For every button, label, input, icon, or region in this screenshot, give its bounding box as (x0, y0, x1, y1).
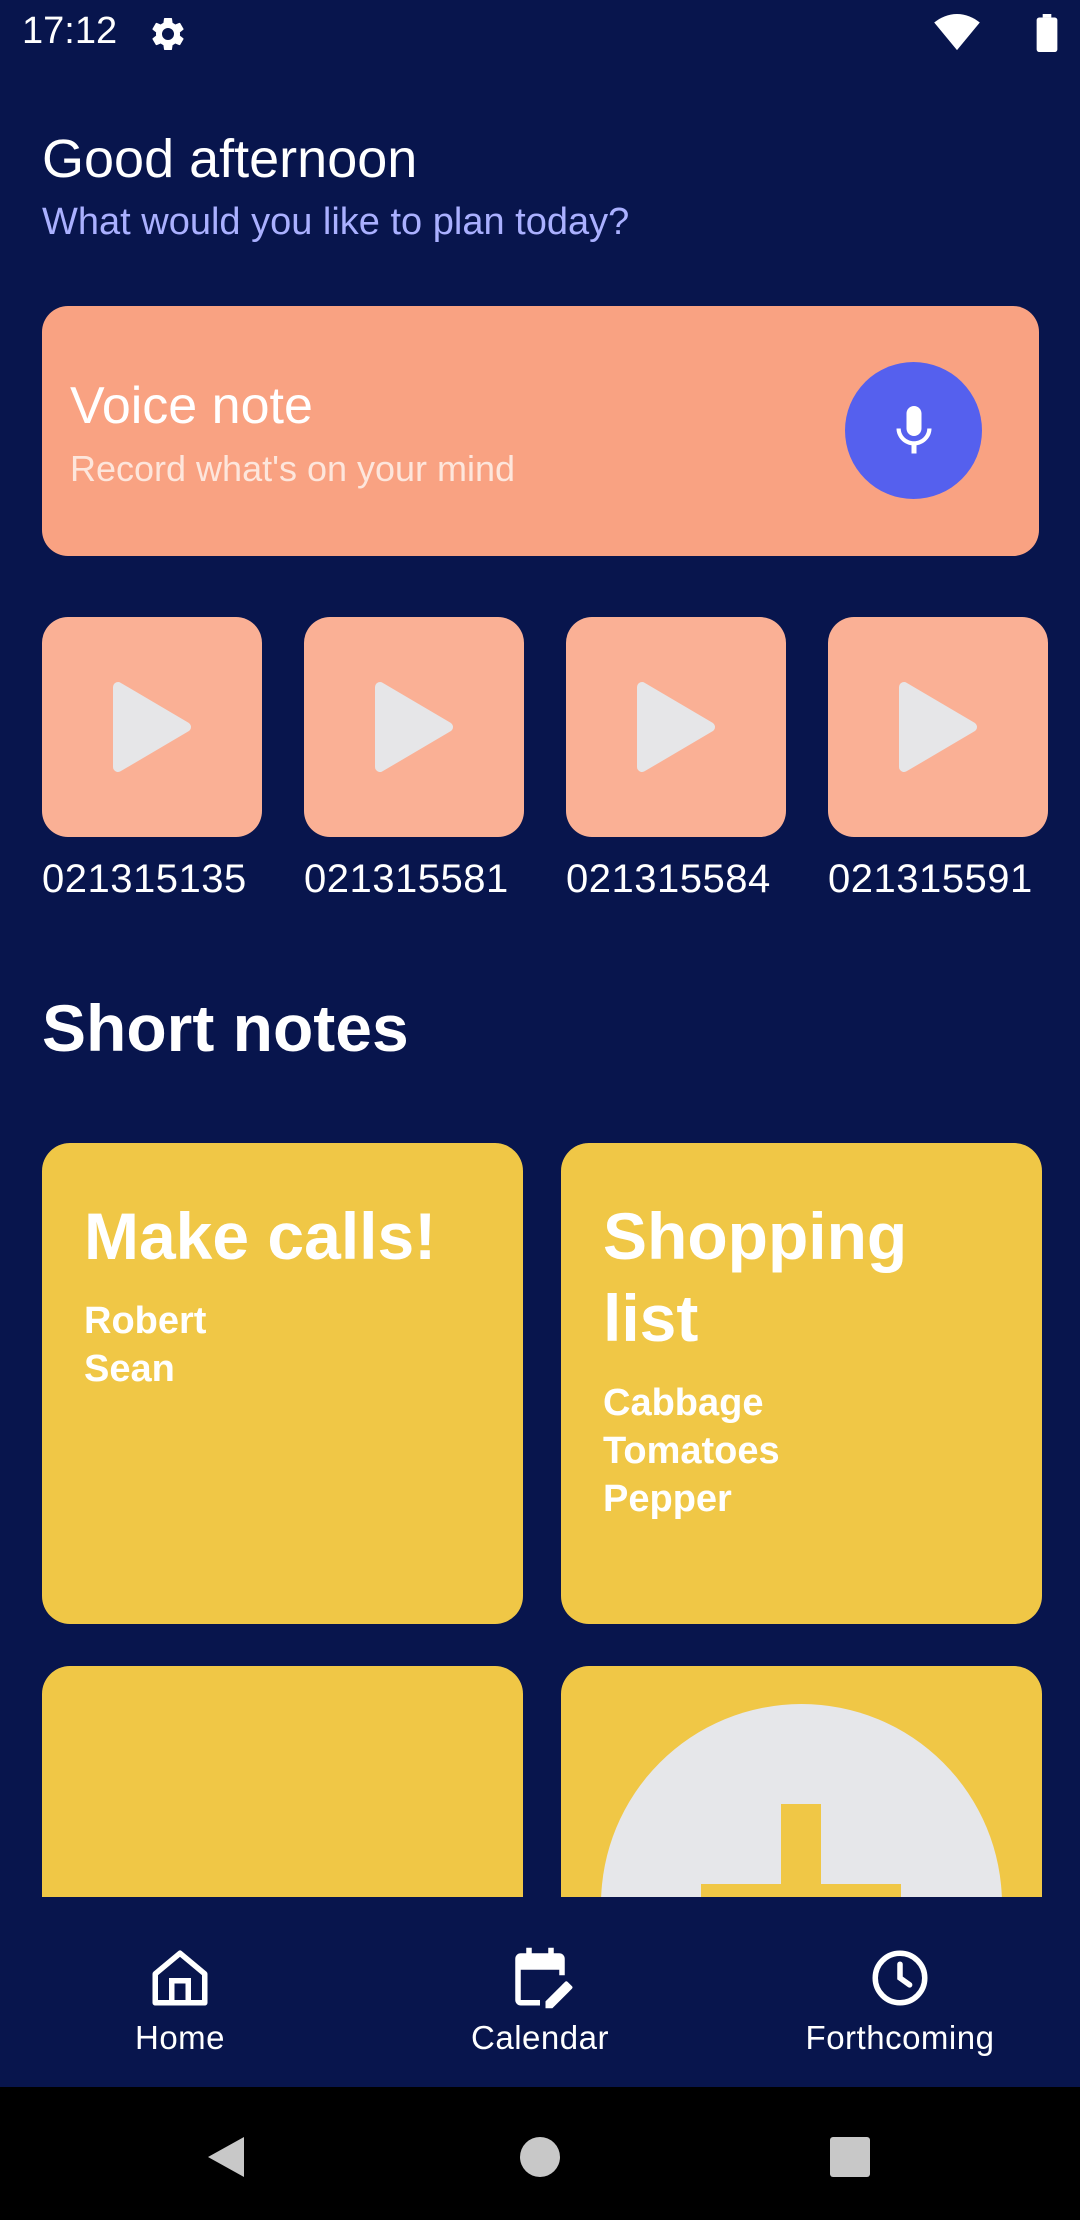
back-icon[interactable] (196, 2127, 256, 2187)
note-title: Shopping list (603, 1199, 908, 1355)
home-circle-icon[interactable] (510, 2127, 570, 2187)
recording-item[interactable]: 021315581 (304, 617, 524, 902)
note-line: Tomatoes (603, 1430, 780, 1472)
play-icon (637, 682, 715, 772)
note-line: Cabbage (603, 1382, 764, 1424)
recording-thumbnail[interactable] (828, 617, 1048, 837)
calendar-edit-icon (515, 1947, 573, 2009)
note-card[interactable] (42, 1666, 523, 1897)
play-icon (113, 682, 191, 772)
recording-label: 021315581 (304, 857, 509, 901)
status-bar: 17:12 (0, 0, 1080, 66)
status-time: 17:12 (22, 10, 118, 52)
nav-label: Home (134, 2019, 226, 2056)
play-icon (375, 682, 453, 772)
note-card-shopping-list[interactable]: Shopping list Cabbage Tomatoes Pepper (561, 1143, 1042, 1624)
note-title: Make calls! (84, 1199, 437, 1273)
recording-item[interactable]: 021315584 (566, 617, 786, 902)
short-notes-heading: Short notes (42, 991, 409, 1065)
home-icon (152, 1950, 208, 2006)
note-card-make-calls[interactable]: Make calls! Robert Sean (42, 1143, 523, 1624)
add-note-button[interactable] (601, 1704, 1002, 1897)
microphone-icon (896, 405, 931, 453)
nav-item-calendar[interactable]: Calendar (410, 1945, 670, 2057)
nav-label: Calendar (471, 2019, 609, 2056)
voice-note-subtitle: Record what's on your mind (70, 448, 516, 489)
recents-icon[interactable] (820, 2127, 880, 2187)
recording-label: 021315584 (566, 857, 771, 901)
nav-label: Forthcoming (805, 2019, 995, 2056)
voice-note-card[interactable]: Voice note Record what's on your mind (42, 306, 1039, 556)
short-notes-grid: Make calls! Robert Sean Shopping list Ca… (0, 1140, 1080, 1897)
bottom-navigation: Home Calendar Forthcoming (0, 1897, 1080, 2087)
battery-icon (1036, 14, 1058, 52)
play-icon (899, 682, 977, 772)
record-button[interactable] (845, 362, 982, 499)
greeting-title: Good afternoon (42, 129, 418, 189)
recording-thumbnail[interactable] (42, 617, 262, 837)
recording-item[interactable]: 021315591 (828, 617, 1048, 902)
note-line: Pepper (603, 1478, 732, 1520)
clock-icon (872, 1950, 928, 2006)
wifi-icon (934, 14, 980, 51)
recording-item[interactable]: 021315135 (42, 617, 262, 902)
recordings-list: 021315135 021315581 021315584 021315591 (42, 617, 1080, 907)
add-note-card[interactable] (561, 1666, 1042, 1897)
recording-thumbnail[interactable] (304, 617, 524, 837)
recording-label: 021315591 (828, 857, 1033, 901)
voice-note-title: Voice note (70, 377, 313, 435)
note-line: Sean (84, 1348, 175, 1390)
gear-icon (152, 17, 184, 50)
greeting-subtitle: What would you like to plan today? (42, 201, 630, 243)
note-line: Robert (84, 1300, 207, 1342)
recording-thumbnail[interactable] (566, 617, 786, 837)
nav-item-home[interactable]: Home (50, 1945, 310, 2057)
recording-label: 021315135 (42, 857, 247, 901)
nav-item-forthcoming[interactable]: Forthcoming (770, 1945, 1030, 2057)
system-navigation-bar (0, 2087, 1080, 2220)
